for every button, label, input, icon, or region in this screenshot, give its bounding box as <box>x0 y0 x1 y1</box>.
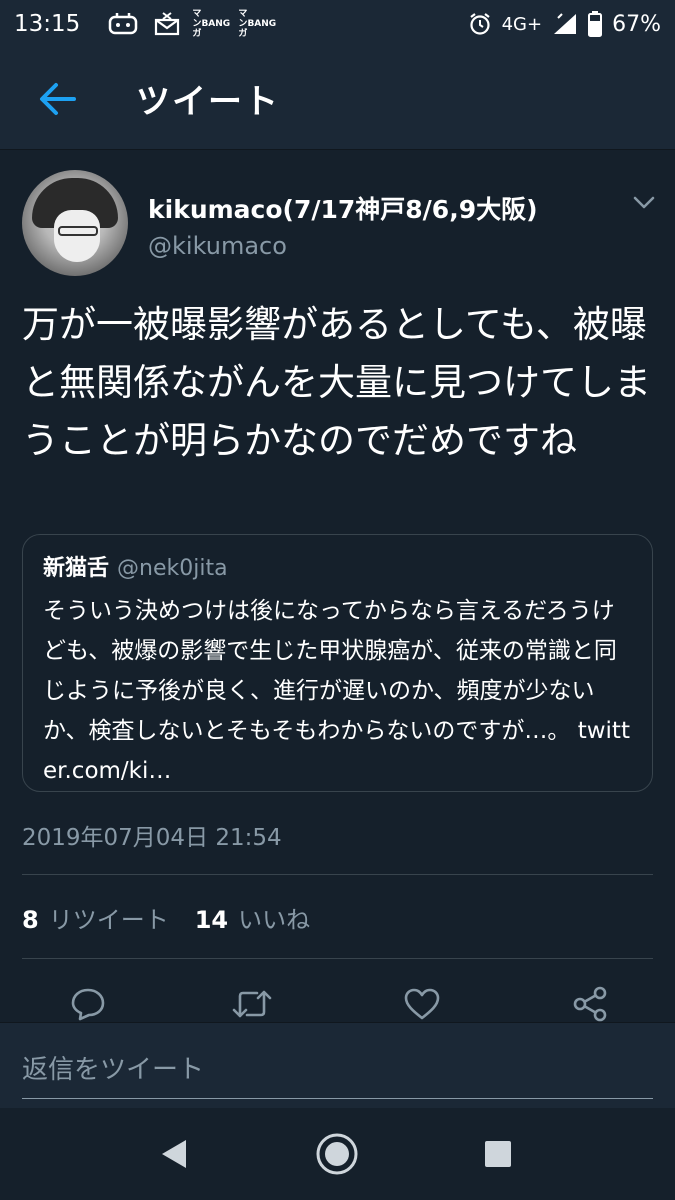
tweet-text: 万が一被曝影響があるとしても、被曝と無関係ながんを大量に見つけてしまうことが明ら… <box>22 303 651 462</box>
back-button[interactable] <box>18 59 98 139</box>
nav-recents-button[interactable] <box>476 1132 520 1176</box>
system-nav-bar <box>0 1108 675 1200</box>
share-button[interactable] <box>568 982 612 1026</box>
like-count[interactable]: 14 <box>195 906 228 934</box>
home-circle-icon <box>316 1133 358 1175</box>
battery-percent: 67% <box>612 11 661 37</box>
quoted-tweet-text: そういう決めつけは後になってからなら言えるだろうけども、被爆の影響で生じた甲状腺… <box>43 598 630 784</box>
divider <box>22 958 653 959</box>
heart-icon <box>404 988 440 1020</box>
network-type: 4G+ <box>501 13 543 35</box>
system-status: 4G+ 67% <box>468 11 661 37</box>
notification-icons: マンガ BANG マンガ BANG <box>108 9 277 39</box>
retweet-label[interactable]: リツイート <box>49 900 169 935</box>
tweet-menu-button[interactable] <box>626 188 662 218</box>
avatar[interactable] <box>22 170 128 276</box>
retweet-count[interactable]: 8 <box>22 906 39 934</box>
quoted-author-name: 新猫舌 <box>43 556 110 581</box>
status-bar: 13:15 マンガ BANG マンガ BANG 4G+ 67% <box>0 0 675 48</box>
manga-bang-icon: マンガ BANG <box>238 9 277 39</box>
like-button[interactable] <box>400 982 444 1026</box>
tweet-timestamp: 2019年07月04日 21:54 <box>22 825 282 851</box>
like-label[interactable]: いいね <box>238 900 310 935</box>
author-display-name[interactable]: kikumaco(7/17神戸8/6,9大阪) <box>148 190 538 226</box>
square-recents-icon <box>485 1141 511 1167</box>
battery-icon <box>588 11 603 37</box>
back-arrow-icon <box>40 82 76 115</box>
status-time: 13:15 <box>14 11 81 37</box>
share-icon <box>573 986 607 1022</box>
tweet-stats: 8 リツイート 14 いいね <box>22 900 336 935</box>
author-handle[interactable]: @kikumaco <box>148 232 287 260</box>
quoted-tweet-header: 新猫舌 @nek0jita <box>43 555 632 583</box>
game-controller-icon <box>108 11 138 37</box>
quoted-author-handle: @nek0jita <box>117 556 228 581</box>
retweet-icon <box>232 990 272 1018</box>
nav-back-button[interactable] <box>152 1132 196 1176</box>
mail-x-icon <box>154 12 180 36</box>
triangle-back-icon <box>162 1140 186 1168</box>
reply-input[interactable] <box>22 1041 653 1099</box>
page-title: ツイート <box>136 82 280 122</box>
reply-composer <box>0 1022 675 1108</box>
chevron-down-icon <box>633 196 655 209</box>
manga-bang-icon: マンガ BANG <box>192 9 231 39</box>
divider <box>22 874 653 875</box>
signal-icon <box>552 12 578 36</box>
nav-home-button[interactable] <box>315 1132 359 1176</box>
retweet-button[interactable] <box>230 982 274 1026</box>
quoted-tweet[interactable]: 新猫舌 @nek0jita そういう決めつけは後になってからなら言えるだろうけども… <box>22 534 653 792</box>
app-header: ツイート <box>0 48 675 150</box>
reply-button[interactable] <box>66 982 110 1026</box>
tweet-author: kikumaco(7/17神戸8/6,9大阪) @kikumaco <box>22 170 662 280</box>
reply-icon <box>71 988 105 1021</box>
alarm-icon <box>468 12 492 36</box>
